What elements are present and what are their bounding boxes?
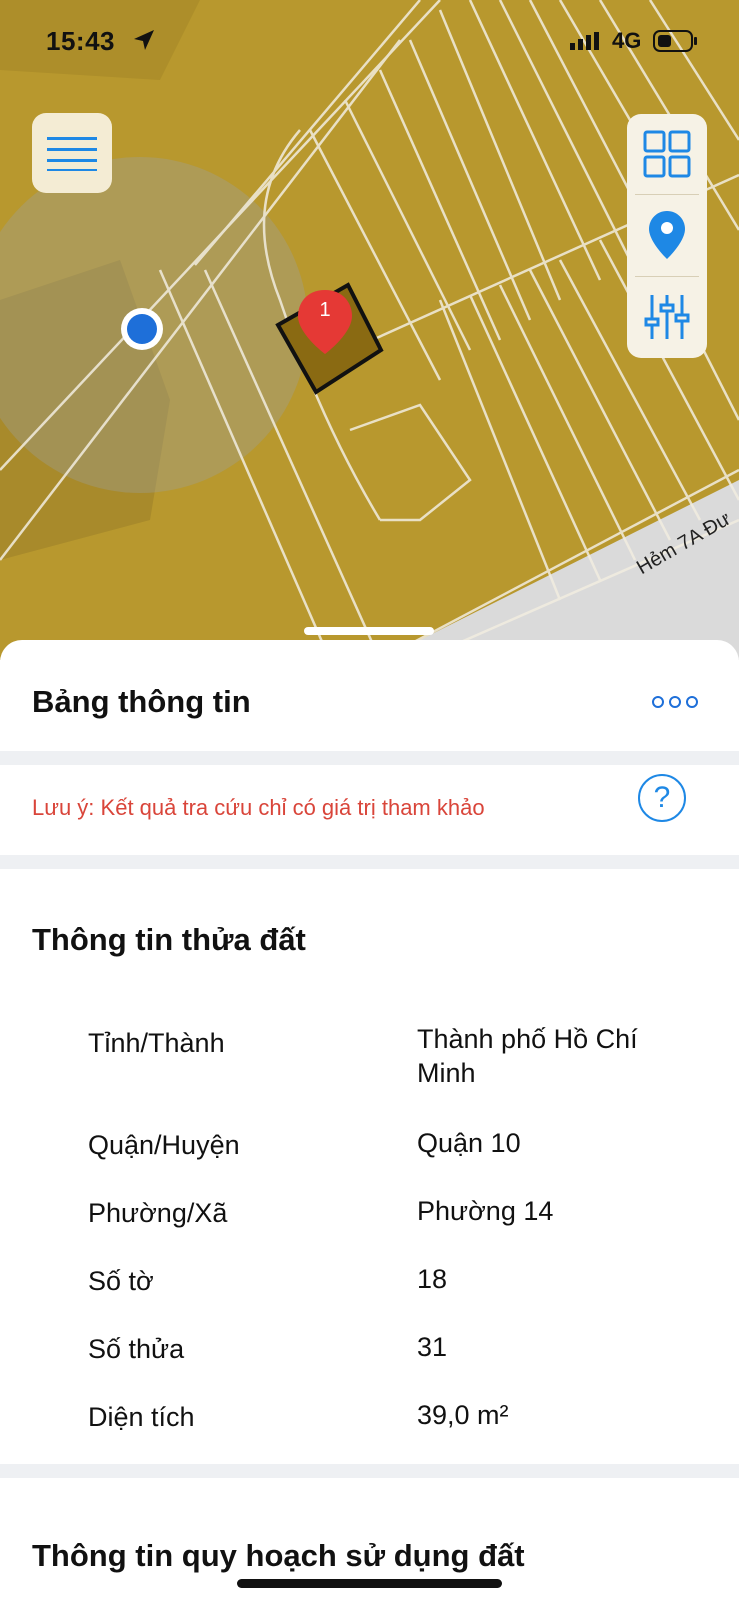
more-icon[interactable] xyxy=(652,692,704,712)
sheet-grabber[interactable] xyxy=(304,627,434,635)
land-info-title: Thông tin thửa đất xyxy=(32,922,306,957)
help-icon[interactable]: ? xyxy=(638,774,686,822)
location-pin-icon xyxy=(649,211,685,259)
divider xyxy=(0,751,739,765)
hamburger-menu-icon xyxy=(47,137,97,171)
menu-button[interactable] xyxy=(32,113,112,193)
battery-icon xyxy=(653,30,697,52)
status-time: 15:43 xyxy=(46,26,115,56)
divider xyxy=(0,855,739,869)
map-tools-panel xyxy=(627,114,707,358)
map-view[interactable]: 1 Hẻm 7A Đư 15:43 4G xyxy=(0,0,739,660)
planning-info-title: Thông tin quy hoạch sử dụng đất xyxy=(32,1538,525,1573)
status-bar: 15:43 4G xyxy=(0,0,739,80)
home-indicator[interactable] xyxy=(237,1579,502,1588)
info-panel: Bảng thông tin Lưu ý: Kết quả tra cứu ch… xyxy=(0,640,739,1600)
layers-button[interactable] xyxy=(627,114,707,194)
panel-title: Bảng thông tin xyxy=(32,684,251,719)
sliders-icon xyxy=(644,295,690,339)
divider xyxy=(0,1464,739,1478)
network-type: 4G xyxy=(612,28,642,53)
disclaimer-note: Lưu ý: Kết quả tra cứu chỉ có giá trị th… xyxy=(32,795,485,820)
grid-layers-icon xyxy=(643,130,691,178)
locate-button[interactable] xyxy=(627,195,707,275)
signal-icon xyxy=(570,32,599,50)
svg-text:1: 1 xyxy=(319,299,330,321)
location-arrow-icon xyxy=(134,30,154,50)
filter-button[interactable] xyxy=(627,277,707,357)
